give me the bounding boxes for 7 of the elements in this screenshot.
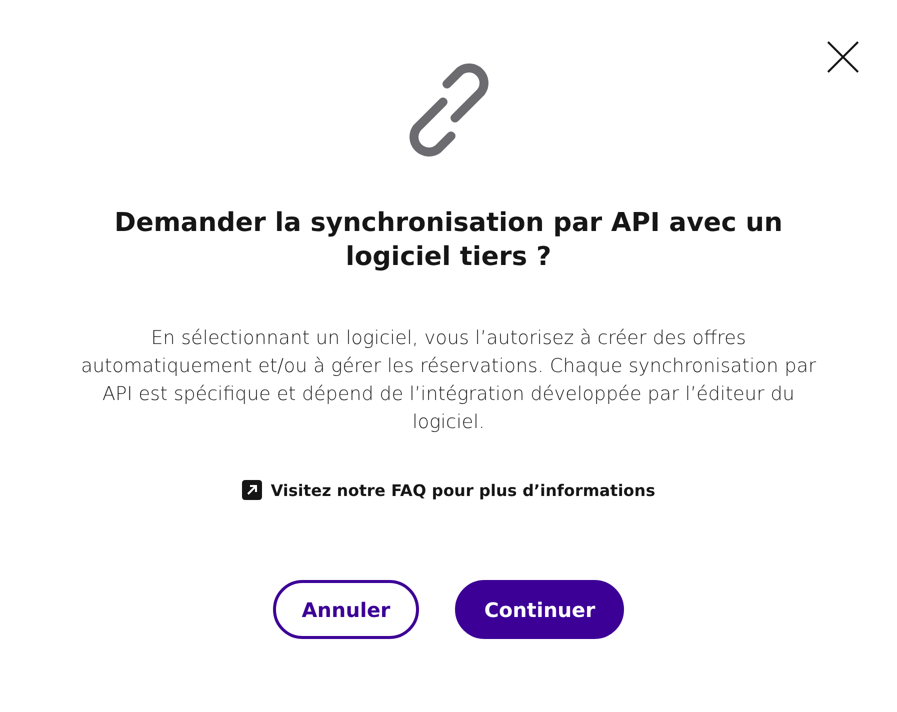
- external-link-icon: [242, 480, 262, 500]
- continue-button[interactable]: Continuer: [455, 580, 624, 639]
- close-button[interactable]: [826, 40, 860, 74]
- dialog-description: En sélectionnant un logiciel, vous l’autorisez à créer des offres automatiquement et/ou à gérer les réservations. Chaque synchronisation par API est spécifique et dépend de l’intégration développée par l’éditeur du logiciel.: [80, 326, 818, 435]
- dialog-title: Demander la synchronisation par API avec un logiciel tiers ?: [113, 207, 784, 274]
- faq-link[interactable]: Visitez notre FAQ pour plus d’informations: [242, 480, 656, 500]
- cancel-button[interactable]: Annuler: [272, 580, 420, 639]
